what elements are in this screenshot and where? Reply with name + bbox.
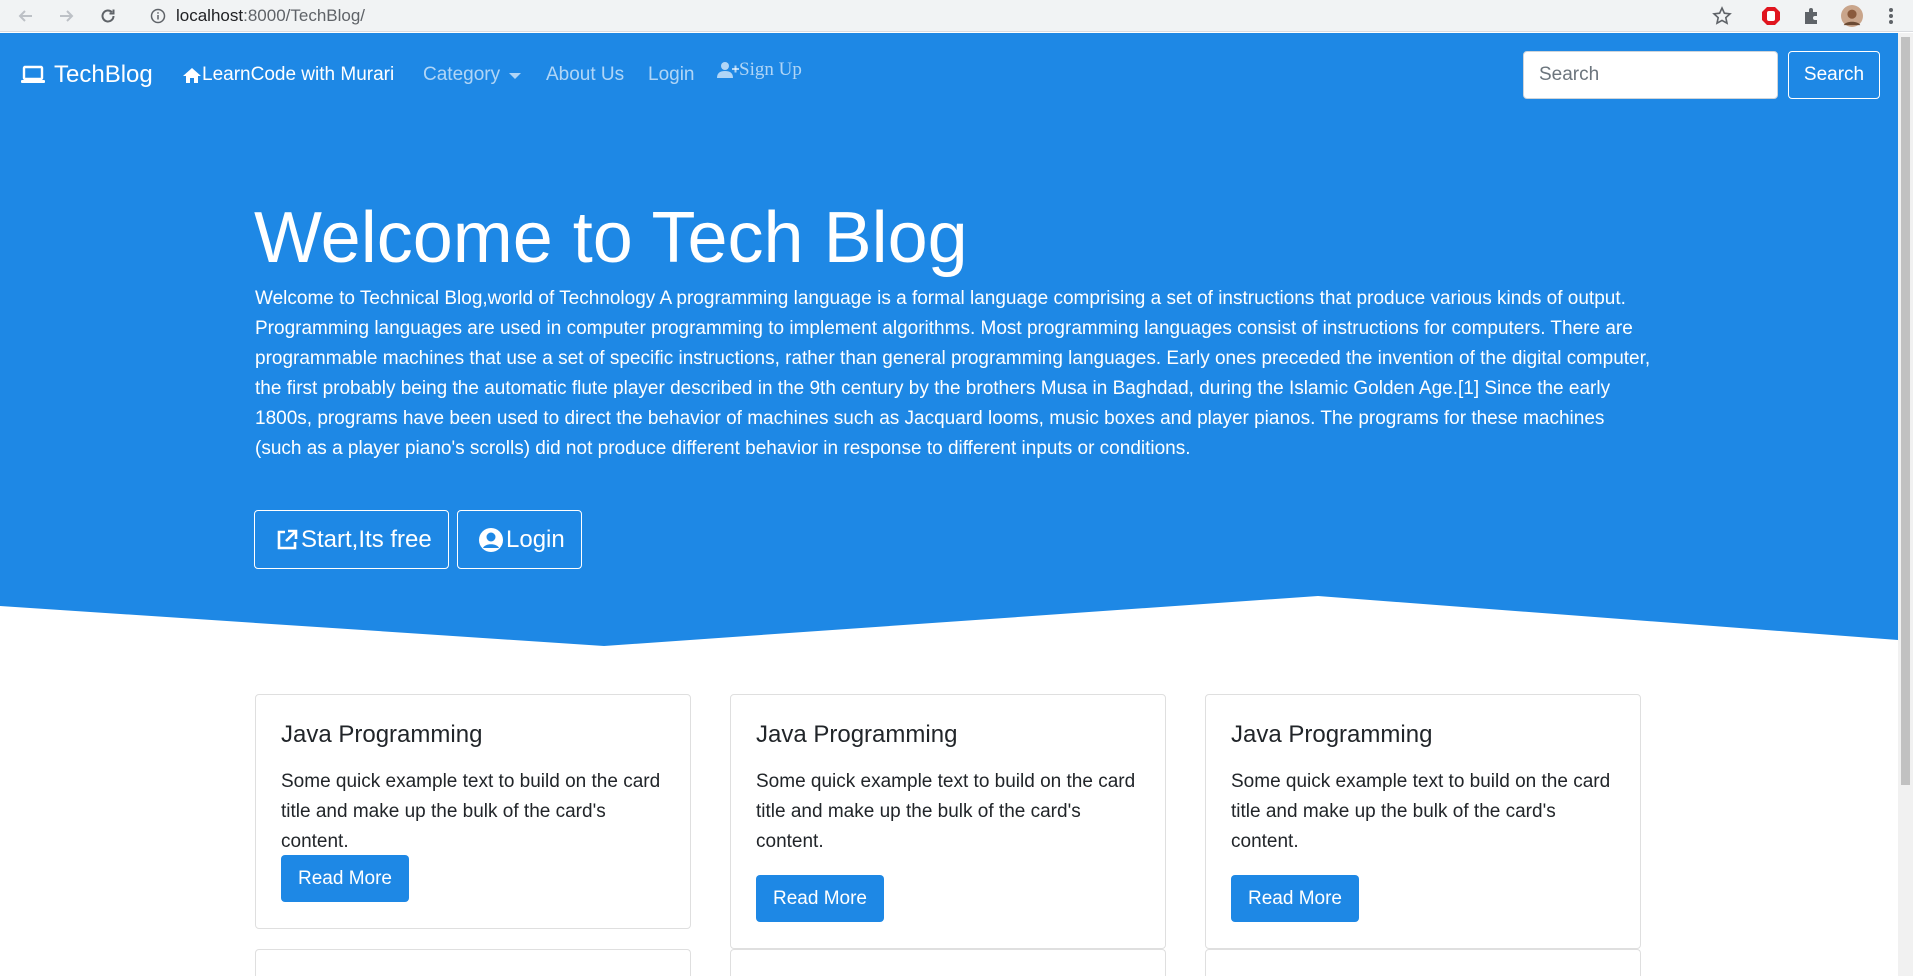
card-text: Some quick example text to build on the … (281, 771, 661, 852)
read-more-button[interactable]: Read More (1231, 875, 1359, 922)
post-card-partial (255, 949, 691, 976)
nav-category-label: Category (423, 64, 501, 85)
star-icon[interactable] (1711, 5, 1733, 27)
brand-name: TechBlog (54, 61, 153, 88)
profile-avatar[interactable] (1841, 5, 1863, 27)
back-arrow-icon[interactable] (14, 4, 38, 28)
caret-down-icon (509, 73, 522, 79)
search-button[interactable]: Search (1788, 51, 1880, 99)
search-input[interactable] (1523, 51, 1778, 99)
hero-jumbotron: Welcome to Tech Blog Welcome to Technica… (0, 111, 1898, 691)
start-free-label: Start,Its free (301, 525, 432, 553)
page-scrollbar[interactable] (1898, 33, 1913, 976)
address-bar[interactable] (136, 2, 1766, 30)
nav-about[interactable]: About Us (546, 64, 624, 86)
hero-login-button[interactable]: Login (457, 510, 582, 569)
url-path: :8000/TechBlog/ (243, 6, 366, 25)
read-more-button[interactable]: Read More (281, 855, 409, 902)
page-viewport: TechBlog LearnCode with Murari Category … (0, 33, 1898, 976)
nav-home-label: LearnCode with Murari (202, 64, 395, 85)
navbar: TechBlog LearnCode with Murari Category … (0, 33, 1898, 111)
extensions-icon[interactable] (1801, 5, 1823, 27)
browser-toolbar: localhost:8000/TechBlog/ (0, 0, 1913, 32)
post-card-partial (1205, 949, 1641, 976)
post-card: Java Programming Some quick example text… (730, 694, 1166, 949)
card-text: Some quick example text to build on the … (1231, 771, 1611, 852)
post-card: Java Programming Some quick example text… (255, 694, 691, 929)
hero-description: Welcome to Technical Blog,world of Techn… (255, 288, 1651, 459)
nav-signup-label: Sign Up (739, 59, 802, 80)
forward-arrow-icon[interactable] (54, 4, 78, 28)
card-title: Java Programming (756, 721, 958, 748)
hero-title: Welcome to Tech Blog (254, 198, 968, 278)
card-title: Java Programming (281, 721, 483, 748)
url-host: localhost (176, 6, 244, 25)
adblock-icon[interactable] (1760, 5, 1782, 27)
post-card: Java Programming Some quick example text… (1205, 694, 1641, 949)
start-free-button[interactable]: Start,Its free (254, 510, 449, 569)
hero-login-label: Login (506, 525, 565, 553)
laptop-icon (21, 65, 45, 83)
nav-login[interactable]: Login (648, 64, 695, 86)
card-text: Some quick example text to build on the … (756, 771, 1136, 852)
nav-about-label: About Us (546, 64, 625, 85)
user-plus-icon (717, 62, 739, 78)
user-circle-icon (479, 527, 503, 552)
nav-signup[interactable]: Sign Up (717, 59, 802, 81)
read-more-button[interactable]: Read More (756, 875, 884, 922)
menu-icon[interactable] (1880, 5, 1902, 27)
address-url[interactable]: localhost:8000/TechBlog/ (176, 6, 365, 26)
nav-category-dropdown[interactable]: Category (423, 64, 522, 86)
nav-login-label: Login (648, 64, 695, 85)
info-icon[interactable] (150, 8, 166, 24)
reload-icon[interactable] (96, 4, 120, 28)
scrollbar-thumb[interactable] (1901, 37, 1910, 785)
brand-link[interactable]: TechBlog (20, 61, 153, 89)
home-icon (183, 67, 201, 83)
nav-home[interactable]: LearnCode with Murari (182, 64, 394, 86)
card-title: Java Programming (1231, 721, 1433, 748)
post-card-partial (730, 949, 1166, 976)
external-link-icon (277, 529, 298, 549)
